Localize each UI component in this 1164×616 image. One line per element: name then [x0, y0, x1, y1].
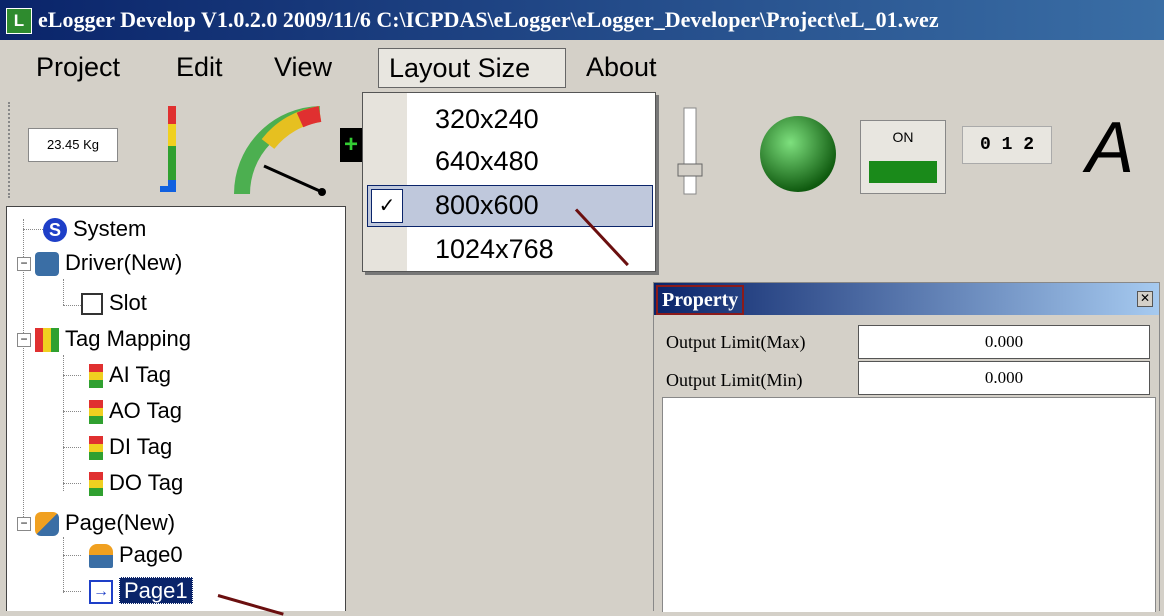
tree-item-tag-mapping[interactable]: Tag Mapping — [35, 323, 191, 355]
tree-label: System — [73, 216, 147, 241]
page-icon — [89, 544, 113, 569]
slider-tool-icon[interactable] — [672, 104, 712, 200]
tree-label: Page(New) — [65, 510, 176, 535]
gauge-tool-icon[interactable] — [228, 104, 338, 200]
tree-item-slot[interactable]: Slot — [81, 287, 147, 319]
add-tool-icon[interactable]: + — [340, 128, 362, 162]
tree-item-do-tag[interactable]: DO Tag — [89, 467, 183, 499]
property-label-max: Output Limit(Max) — [666, 332, 806, 352]
tree-item-page[interactable]: Page(New) — [35, 507, 175, 539]
tree-item-page1[interactable]: → Page1 — [89, 575, 193, 607]
text-tool-icon[interactable]: A — [1070, 108, 1150, 188]
expander-tag-mapping[interactable]: − — [17, 333, 31, 347]
tree-item-ao-tag[interactable]: AO Tag — [89, 395, 182, 427]
property-label-min: Output Limit(Min) — [666, 370, 803, 390]
tree-label: DO Tag — [109, 470, 184, 495]
vertical-bar-tool-icon[interactable] — [150, 104, 190, 196]
menu-project[interactable]: Project — [26, 48, 130, 86]
property-title-bar[interactable]: Property ✕ — [654, 283, 1159, 315]
tree-label: Slot — [109, 290, 147, 315]
menu-option-1024x768[interactable]: 1024x768 — [435, 229, 554, 269]
property-window: Property ✕ Output Limit(Max) 0.000 Outpu… — [653, 282, 1160, 612]
tree-label: AI Tag — [109, 362, 171, 387]
switch-tool[interactable]: ON — [860, 120, 946, 194]
menu-about[interactable]: About — [576, 48, 667, 86]
menu-layout-size[interactable]: Layout Size — [378, 48, 566, 88]
menu-option-640x480[interactable]: 640x480 — [435, 141, 539, 181]
menu-option-800x600[interactable]: 800x600 — [435, 185, 539, 225]
digit-display-tool[interactable]: 0 1 2 — [962, 126, 1052, 164]
tree-label: Tag Mapping — [65, 326, 191, 351]
system-icon: S — [43, 218, 67, 243]
expander-driver[interactable]: − — [17, 257, 31, 271]
menu-view[interactable]: View — [264, 48, 342, 86]
window-title: eLogger Develop V1.0.2.0 2009/11/6 C:\IC… — [38, 7, 939, 32]
arrow-right-icon: → — [89, 580, 113, 605]
app-logo-icon: L — [6, 8, 32, 34]
slot-icon — [81, 293, 103, 316]
property-value-max[interactable]: 0.000 — [858, 325, 1150, 359]
tree-item-page0[interactable]: Page0 — [89, 539, 183, 571]
driver-icon — [35, 252, 59, 277]
switch-indicator — [869, 161, 937, 183]
tag-mapping-icon — [35, 328, 59, 353]
lamp-tool-icon[interactable] — [756, 112, 840, 196]
switch-on-label: ON — [892, 129, 914, 145]
toolbar-grip[interactable] — [8, 102, 13, 198]
ao-tag-icon — [89, 400, 103, 425]
project-tree: S System − Driver(New) Slot − Tag Mapping… — [6, 206, 346, 611]
menu-option-320x240[interactable]: 320x240 — [435, 99, 539, 139]
di-tag-icon — [89, 436, 103, 461]
close-icon[interactable]: ✕ — [1137, 291, 1153, 307]
menu-edit[interactable]: Edit — [166, 48, 233, 86]
tree-label: Driver(New) — [65, 250, 183, 275]
tree-item-driver[interactable]: Driver(New) — [35, 247, 182, 279]
tree-label-selected: Page1 — [119, 577, 193, 604]
tree-item-ai-tag[interactable]: AI Tag — [89, 359, 171, 391]
menu-icon-strip — [363, 93, 407, 271]
property-value-min[interactable]: 0.000 — [858, 361, 1150, 395]
numeric-display-tool[interactable]: 23.45 Kg — [28, 128, 118, 162]
tree-item-di-tag[interactable]: DI Tag — [89, 431, 172, 463]
tree-label: DI Tag — [109, 434, 173, 459]
property-title: Property — [656, 285, 745, 315]
check-icon: ✓ — [371, 189, 403, 223]
menu-bar: Project Edit View Layout Size About — [0, 40, 1164, 96]
do-tag-icon — [89, 472, 103, 497]
expander-page[interactable]: − — [17, 517, 31, 531]
property-description-area — [662, 397, 1156, 612]
page-group-icon — [35, 512, 59, 537]
tree-label: AO Tag — [109, 398, 182, 423]
ai-tag-icon — [89, 364, 103, 389]
tree-label: Page0 — [119, 542, 183, 567]
title-bar: L eLogger Develop V1.0.2.0 2009/11/6 C:\… — [0, 0, 1164, 40]
tree-item-system[interactable]: S System — [43, 213, 146, 245]
